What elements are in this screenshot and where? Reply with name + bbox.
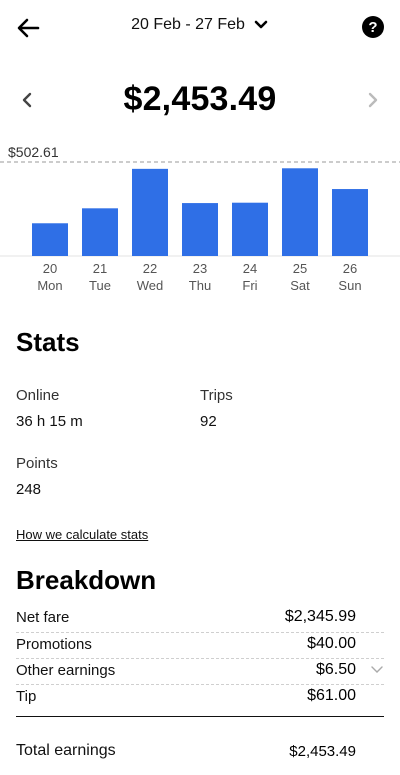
date-range-label: 20 Feb - 27 Feb [131, 16, 245, 33]
chart-tick-date: 26 [343, 261, 357, 276]
chart-tick-date: 25 [293, 261, 307, 276]
total-earnings-row: Total earnings $2,453.49 [16, 738, 384, 764]
breakdown-row-net-fare: Net fare $2,345.99 [16, 604, 384, 630]
chart-max-label: $502.61 [8, 144, 63, 160]
chevron-down-icon[interactable] [370, 663, 384, 677]
breakdown-row-value: $40.00 [307, 635, 356, 652]
chart-tick-date: 24 [243, 261, 257, 276]
next-week-button[interactable] [364, 88, 382, 112]
chevron-right-icon [368, 92, 378, 108]
chart-tick-date: 21 [93, 261, 107, 276]
chevron-down-icon [253, 17, 269, 33]
breakdown-row-label: Other earnings [16, 661, 116, 679]
stats-title: Stats [16, 327, 80, 357]
breakdown-title: Breakdown [16, 565, 157, 595]
breakdown-row-promotions: Promotions $40.00 [16, 631, 384, 657]
breakdown-row-value: $6.50 [315, 661, 356, 678]
online-label: Online [16, 387, 60, 404]
trips-value: 92 [200, 413, 217, 430]
chart-tick-date: 20 [43, 261, 57, 276]
total-divider [16, 716, 384, 717]
breakdown-row-label: Tip [16, 687, 37, 705]
breakdown-row-label: Promotions [16, 635, 92, 653]
chart-bar-21[interactable] [82, 208, 118, 256]
breakdown-row-value: $2,345.99 [284, 608, 356, 625]
chart-tick-day: Wed [137, 278, 164, 293]
chart-tick-day: Fri [242, 278, 257, 293]
breakdown-row-label: Net fare [16, 608, 70, 626]
chart-bar-23[interactable] [182, 203, 218, 256]
online-value: 36 h 15 m [16, 413, 83, 430]
chart-tick-day: Mon [37, 278, 62, 293]
total-earnings-amount: $2,453.49 [123, 80, 277, 118]
chart-bar-20[interactable] [32, 223, 68, 256]
total-earnings-label: Total earnings [16, 742, 116, 759]
trips-label: Trips [200, 387, 233, 404]
daily-earnings-chart: 20 Mon 21 Tue 22 Wed 23 Thu 24 Fri 25 Sat 26 Sun [0, 161, 400, 293]
total-earnings-value: $2,453.49 [289, 742, 356, 760]
chart-tick-date: 22 [143, 261, 157, 276]
chart-tick-date: 23 [193, 261, 207, 276]
date-range-selector[interactable]: 20 Feb - 27 Feb [0, 16, 400, 34]
points-value: 248 [16, 481, 42, 498]
chart-tick-day: Sat [290, 278, 310, 293]
help-icon[interactable]: ? [362, 16, 384, 38]
chart-tick-day: Tue [89, 278, 111, 293]
points-label: Points [16, 455, 58, 472]
chart-tick-day: Thu [189, 278, 211, 293]
chart-bar-24[interactable] [232, 202, 268, 256]
breakdown-row-other-earnings[interactable]: Other earnings $6.50 [16, 657, 384, 683]
chart-bar-26[interactable] [332, 189, 368, 256]
how-we-calculate-stats-link[interactable]: How we calculate stats [16, 527, 148, 542]
chart-tick-day: Sun [338, 278, 361, 293]
breakdown-row-value: $61.00 [307, 687, 356, 704]
chart-bar-22[interactable] [132, 168, 168, 256]
chart-bar-25[interactable] [282, 168, 318, 256]
breakdown-row-tip: Tip $61.00 [16, 683, 384, 709]
